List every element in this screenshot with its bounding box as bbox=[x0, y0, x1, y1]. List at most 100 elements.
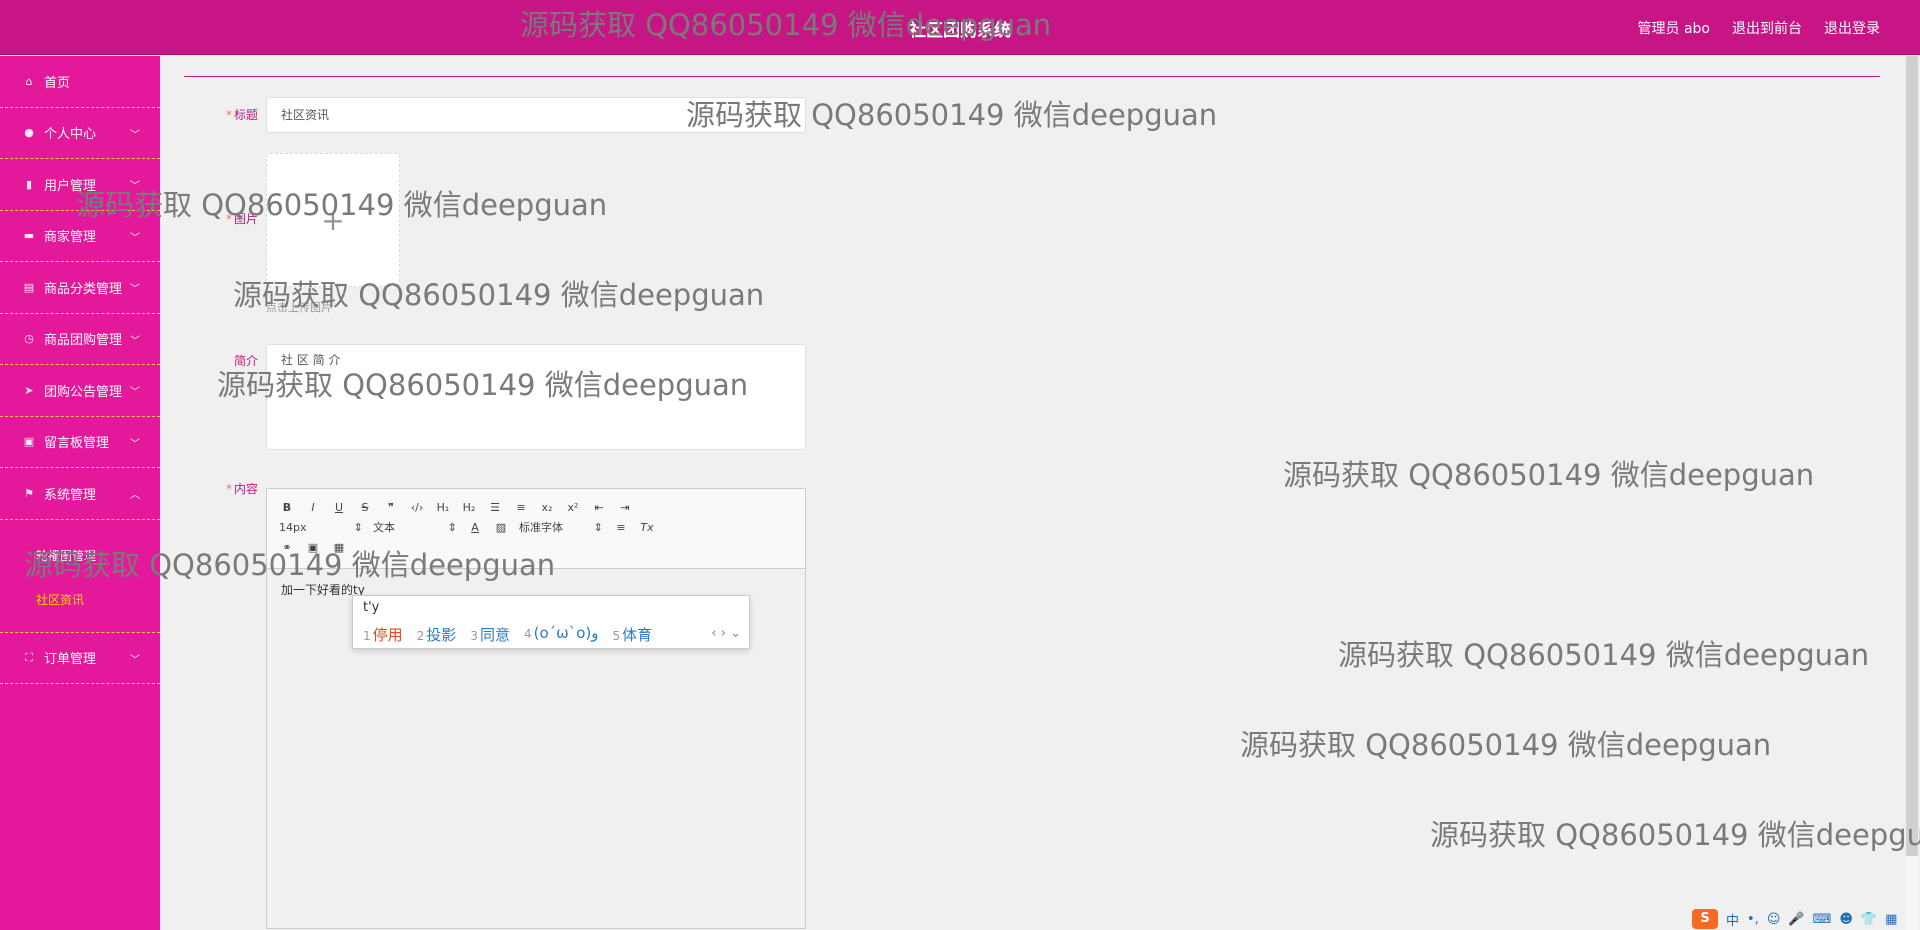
sidebar-item-home[interactable]: ⌂ 首页 bbox=[0, 56, 160, 108]
skin-icon[interactable]: 👕 bbox=[1861, 912, 1877, 927]
punctuation-icon[interactable]: •, bbox=[1747, 912, 1759, 927]
outdent-icon[interactable]: ⇤ bbox=[591, 499, 607, 515]
ordered-list-icon[interactable]: ☰ bbox=[487, 499, 503, 515]
content-label: * 内容 bbox=[184, 480, 258, 497]
indent-icon[interactable]: ⇥ bbox=[617, 499, 633, 515]
sidebar-item-announcement-management[interactable]: ➤ 团购公告管理 ﹀ bbox=[0, 365, 160, 417]
italic-icon[interactable]: I bbox=[305, 499, 321, 515]
ime-mode[interactable]: 中 bbox=[1726, 910, 1739, 929]
title-input[interactable]: 社区资讯 bbox=[266, 97, 806, 133]
ime-candidate[interactable]: 3 同意 bbox=[470, 624, 510, 645]
sidebar-item-label: 订单管理 bbox=[44, 652, 97, 668]
user-icon[interactable]: ☻ bbox=[1839, 912, 1853, 927]
system-submenu: 轮播图管理 社区资讯 bbox=[0, 520, 160, 633]
required-mark: * bbox=[225, 212, 232, 226]
plus-icon: + bbox=[321, 203, 345, 237]
upload-tip: 点击上传图片 bbox=[266, 301, 332, 314]
bullet-list-icon[interactable]: ≡ bbox=[513, 499, 529, 515]
toolbar-row-1: B I U S ❞ ‹/› H₁ H₂ ☰ ≡ x₂ x² ⇤ ⇥ bbox=[279, 497, 793, 517]
align-icon[interactable]: ≡ bbox=[613, 519, 629, 535]
required-mark: * bbox=[225, 108, 232, 122]
chevron-down-icon: ﹀ bbox=[130, 387, 140, 398]
grid-icon[interactable]: ▦ bbox=[1885, 912, 1897, 927]
message-icon: ▣ bbox=[23, 435, 35, 449]
editor-toolbar: B I U S ❞ ‹/› H₁ H₂ ☰ ≡ x₂ x² ⇤ ⇥ 14px ⇕ bbox=[267, 489, 805, 569]
ime-candidates: 1 停用 2 投影 3 同意 4 (o´ω`o)و 5 体育 bbox=[363, 624, 652, 645]
ime-candidate-popup: t'y 1 停用 2 投影 3 同意 4 (o´ω`o)و 5 体育 ‹ › ⌄ bbox=[352, 595, 750, 649]
toolbar-row-3: ⚭ ▣ ▦ bbox=[279, 537, 793, 557]
briefcase-icon: ▬ bbox=[23, 229, 35, 243]
back-to-front-link[interactable]: 退出到前台 bbox=[1732, 18, 1802, 38]
ime-candidate[interactable]: 1 停用 bbox=[363, 624, 403, 645]
text-type-value: 文本 bbox=[373, 521, 395, 534]
sidebar-item-system-management[interactable]: ⚑ 系统管理 ︿ bbox=[0, 468, 160, 520]
chevron-right-icon[interactable]: › bbox=[721, 626, 726, 641]
chevron-down-icon[interactable]: ⌄ bbox=[730, 626, 741, 641]
sidebar-subitem-carousel[interactable]: 轮播图管理 bbox=[36, 534, 160, 578]
text-type-select[interactable]: 文本 ⇕ bbox=[373, 519, 457, 535]
clipboard-icon: ▤ bbox=[23, 280, 35, 294]
select-arrows-icon: ⇕ bbox=[353, 520, 363, 534]
heading2-icon[interactable]: H₂ bbox=[461, 499, 477, 515]
ime-page-nav[interactable]: ‹ › ⌄ bbox=[711, 626, 741, 641]
microphone-icon[interactable]: 🎤 bbox=[1788, 912, 1804, 927]
app-title: 社区团购系统 bbox=[909, 21, 1011, 41]
link-icon[interactable]: ⚭ bbox=[279, 539, 295, 555]
font-family-select[interactable]: 标准字体 ⇕ bbox=[519, 519, 603, 535]
chevron-down-icon: ﹀ bbox=[130, 232, 140, 244]
sidebar-item-personal-center[interactable]: ● 个人中心 ﹀ bbox=[0, 108, 160, 159]
sidebar-item-label: 首页 bbox=[44, 75, 71, 91]
sidebar-item-merchant-management[interactable]: ▬ 商家管理 ﹀ bbox=[0, 211, 160, 262]
flag-icon: ⚑ bbox=[24, 486, 34, 500]
breadcrumb-divider bbox=[184, 76, 1880, 77]
image-icon[interactable]: ▣ bbox=[305, 539, 321, 555]
font-color-icon[interactable]: A bbox=[467, 519, 483, 535]
bold-icon[interactable]: B bbox=[279, 499, 295, 515]
intro-textarea[interactable]: 社 区 简 介 bbox=[266, 344, 806, 450]
clear-format-icon[interactable]: Tx bbox=[639, 519, 655, 535]
chevron-left-icon[interactable]: ‹ bbox=[711, 626, 716, 641]
main-content: * 标题 社区资讯 * 图片 + 点击上传图片 简介 社 区 简 介 * 内容 B I… bbox=[184, 56, 1880, 930]
image-label: * 图片 bbox=[184, 210, 258, 227]
code-icon[interactable]: ‹/› bbox=[409, 499, 425, 515]
font-size-value: 14px bbox=[279, 520, 307, 534]
chevron-down-icon: ﹀ bbox=[130, 284, 140, 295]
sidebar-item-label: 商家管理 bbox=[44, 230, 97, 246]
expand-icon: ⛶ bbox=[25, 650, 33, 664]
ime-candidate[interactable]: 4 (o´ω`o)و bbox=[524, 624, 599, 645]
subscript-icon[interactable]: x₂ bbox=[539, 499, 555, 515]
emoji-icon[interactable]: ☺ bbox=[1767, 912, 1781, 927]
sidebar-item-label: 商品团购管理 bbox=[44, 333, 123, 349]
video-icon[interactable]: ▦ bbox=[331, 539, 347, 555]
sidebar-item-user-management[interactable]: ▮ 用户管理 ﹀ bbox=[0, 159, 160, 211]
sidebar-item-order-management[interactable]: ⛶ 订单管理 ﹀ bbox=[0, 633, 160, 684]
keyboard-icon[interactable]: ⌨ bbox=[1813, 912, 1832, 927]
superscript-icon[interactable]: x² bbox=[565, 499, 581, 515]
sogou-logo-icon[interactable]: S bbox=[1692, 909, 1718, 929]
blockquote-icon[interactable]: ❞ bbox=[383, 499, 399, 515]
sidebar-item-category-management[interactable]: ▤ 商品分类管理 ﹀ bbox=[0, 262, 160, 314]
sidebar-item-label: 团购公告管理 bbox=[44, 384, 123, 400]
ime-candidate[interactable]: 5 体育 bbox=[612, 624, 652, 645]
chevron-up-icon: ︿ bbox=[130, 490, 140, 501]
sidebar-item-group-buy-management[interactable]: ◷ 商品团购管理 ﹀ bbox=[0, 314, 160, 365]
sidebar-item-label: 用户管理 bbox=[44, 178, 97, 194]
rich-text-editor: B I U S ❞ ‹/› H₁ H₂ ☰ ≡ x₂ x² ⇤ ⇥ 14px ⇕ bbox=[266, 488, 806, 929]
top-header: 社区团购系统 管理员 abo 退出到前台 退出登录 bbox=[0, 0, 1920, 55]
toolbar-row-2: 14px ⇕ 文本 ⇕ A ▨ 标准字体 ⇕ ≡ Tx bbox=[279, 517, 793, 537]
font-size-select[interactable]: 14px ⇕ bbox=[279, 521, 363, 534]
strikethrough-icon[interactable]: S bbox=[357, 499, 373, 515]
logout-link[interactable]: 退出登录 bbox=[1824, 18, 1880, 38]
background-color-icon[interactable]: ▨ bbox=[493, 519, 509, 535]
title-label-text: 标题 bbox=[233, 108, 258, 122]
select-arrows-icon: ⇕ bbox=[447, 520, 457, 534]
heading1-icon[interactable]: H₁ bbox=[435, 499, 451, 515]
sidebar-subitem-community-news[interactable]: 社区资讯 bbox=[36, 578, 160, 622]
sidebar-item-message-board[interactable]: ▣ 留言板管理 ﹀ bbox=[0, 417, 160, 468]
underline-icon[interactable]: U bbox=[331, 499, 347, 515]
image-upload-button[interactable]: + bbox=[266, 153, 400, 287]
ime-candidate[interactable]: 2 投影 bbox=[417, 624, 457, 645]
chevron-down-icon: ﹀ bbox=[130, 335, 140, 347]
page-scrollbar-thumb[interactable] bbox=[1906, 56, 1918, 856]
font-family-value: 标准字体 bbox=[519, 521, 563, 534]
